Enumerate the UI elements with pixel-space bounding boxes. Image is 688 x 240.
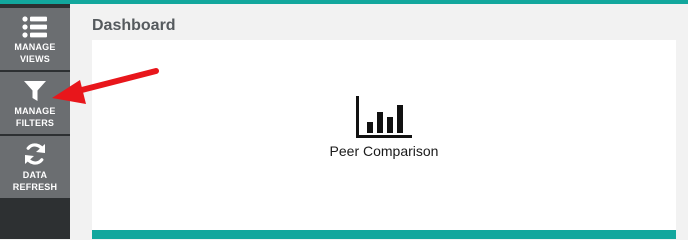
manage-filters-label-line1: MANAGE xyxy=(14,106,56,116)
peer-comparison-widget[interactable]: Peer Comparison xyxy=(322,96,446,176)
manage-views-button[interactable]: MANAGE VIEWS xyxy=(0,8,70,70)
manage-views-label-line2: VIEWS xyxy=(19,54,50,64)
manage-filters-label: MANAGE FILTERS xyxy=(14,105,55,129)
main-content: Dashboard Peer Comparison xyxy=(70,4,688,239)
sidebar: MANAGE VIEWS MANAGE FILTERS DATA REFRESH xyxy=(0,4,70,239)
card-bottom-accent xyxy=(92,230,676,239)
manage-filters-label-line2: FILTERS xyxy=(15,118,55,128)
manage-filters-button[interactable]: MANAGE FILTERS xyxy=(0,72,70,134)
data-refresh-label: DATA REFRESH xyxy=(13,169,57,193)
filter-icon xyxy=(24,81,46,101)
list-icon xyxy=(22,16,47,38)
manage-views-label: MANAGE VIEWS xyxy=(14,41,55,65)
manage-views-label-line1: MANAGE xyxy=(14,42,56,52)
peer-comparison-label: Peer Comparison xyxy=(329,143,439,159)
refresh-icon xyxy=(25,143,45,165)
page-title: Dashboard xyxy=(92,17,176,34)
data-refresh-button[interactable]: DATA REFRESH xyxy=(0,136,70,198)
bar-chart-icon xyxy=(356,96,412,138)
dashboard-card: Peer Comparison xyxy=(92,40,676,239)
data-refresh-label-line1: DATA xyxy=(22,170,48,180)
data-refresh-label-line2: REFRESH xyxy=(12,182,58,192)
